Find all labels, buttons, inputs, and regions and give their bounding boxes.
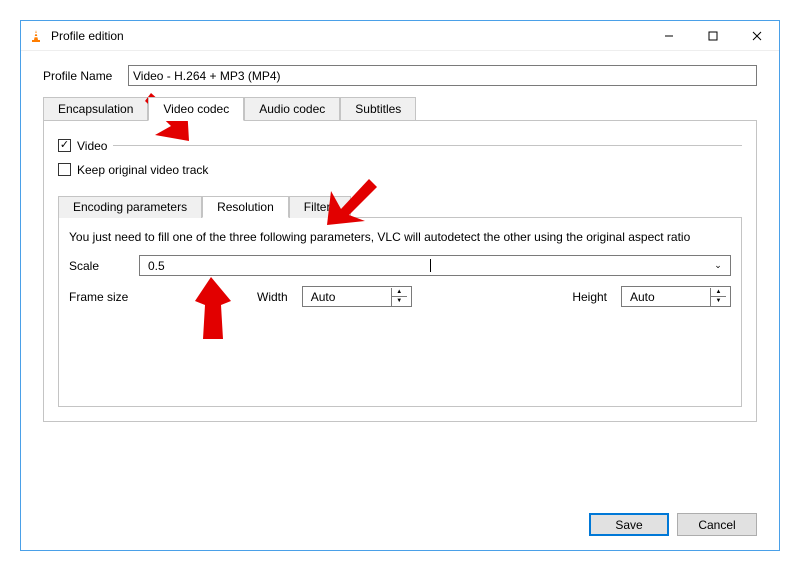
video-checkbox-label: Video [77, 139, 107, 153]
resolution-hint: You just need to fill one of the three f… [69, 230, 731, 246]
keep-original-checkbox[interactable] [58, 163, 71, 176]
chevron-down-icon: ⌄ [710, 260, 726, 271]
keep-original-label: Keep original video track [77, 163, 208, 177]
spinner-icon: ▲▼ [710, 288, 726, 306]
save-button[interactable]: Save [589, 513, 669, 536]
scale-value: 0.5 [144, 259, 431, 273]
text-caret-icon [430, 259, 431, 272]
tab-subtitles[interactable]: Subtitles [340, 97, 416, 121]
resolution-panel: You just need to fill one of the three f… [58, 217, 742, 407]
titlebar: Profile edition [21, 21, 779, 51]
width-spinner[interactable]: Auto ▲▼ [302, 286, 412, 307]
close-button[interactable] [735, 21, 779, 50]
scale-combo[interactable]: 0.5 ⌄ [139, 255, 731, 276]
tab-encapsulation[interactable]: Encapsulation [43, 97, 148, 121]
tab-filters[interactable]: Filters [289, 196, 352, 218]
tab-resolution[interactable]: Resolution [202, 196, 289, 218]
width-value: Auto [307, 290, 391, 304]
maximize-button[interactable] [691, 21, 735, 50]
minimize-button[interactable] [647, 21, 691, 50]
profile-name-label: Profile Name [43, 69, 128, 83]
scale-label: Scale [69, 259, 139, 273]
framesize-label: Frame size [69, 290, 139, 304]
video-codec-panel: Video Keep original video track Encoding… [43, 120, 757, 422]
cancel-button[interactable]: Cancel [677, 513, 757, 536]
spinner-icon: ▲▼ [391, 288, 407, 306]
vlc-cone-icon [29, 29, 43, 43]
width-label: Width [257, 290, 288, 304]
video-checkbox[interactable] [58, 139, 71, 152]
window-title: Profile edition [51, 29, 647, 43]
tab-audio-codec[interactable]: Audio codec [244, 97, 340, 121]
profile-edition-window: Profile edition Profile Name [20, 20, 780, 551]
height-spinner[interactable]: Auto ▲▼ [621, 286, 731, 307]
height-label: Height [572, 290, 607, 304]
tab-encoding-parameters[interactable]: Encoding parameters [58, 196, 202, 218]
profile-name-input[interactable] [128, 65, 757, 86]
tab-video-codec[interactable]: Video codec [148, 97, 244, 121]
height-value: Auto [626, 290, 710, 304]
